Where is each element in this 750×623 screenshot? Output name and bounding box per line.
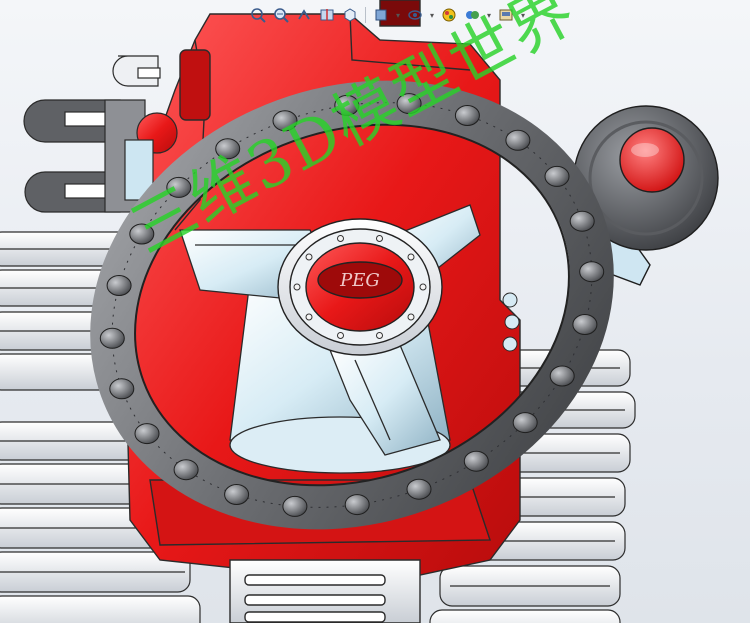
- hub-bolt: [419, 283, 427, 291]
- right-pegs: [502, 292, 520, 352]
- wheel-stud: [109, 378, 135, 400]
- hub-bolt: [337, 332, 344, 339]
- zoom-to-fit-icon[interactable]: [248, 5, 268, 25]
- steering-assembly-model[interactable]: PEG: [0, 0, 750, 623]
- wheel-stud: [454, 105, 480, 126]
- wheel-stud: [99, 327, 125, 349]
- graphics-viewport[interactable]: PEG ▾ ▾ ▾ ▾ 三维3D模型世界: [0, 0, 750, 623]
- view-settings-icon[interactable]: [496, 5, 516, 25]
- hub-bolt: [376, 235, 383, 242]
- wheel-stud: [579, 261, 605, 283]
- hide-show-dropdown-icon[interactable]: ▾: [428, 5, 436, 25]
- wheel-stud: [569, 210, 595, 232]
- wheel-stud: [106, 275, 132, 296]
- wheel-stud: [544, 165, 570, 187]
- display-style-dropdown-icon[interactable]: ▾: [394, 5, 402, 25]
- wheel-stud: [224, 484, 250, 505]
- display-style-icon[interactable]: [371, 5, 391, 25]
- wheel-stud: [406, 478, 432, 500]
- wheel-stud: [334, 94, 360, 116]
- wheel-stud: [344, 494, 370, 516]
- hub-logo: PEG: [339, 270, 380, 291]
- section-view-icon[interactable]: [317, 5, 337, 25]
- wheel-stud: [215, 138, 241, 160]
- wheel-stud: [572, 314, 598, 335]
- hub-bolt: [407, 253, 415, 261]
- apply-scene-dropdown-icon[interactable]: ▾: [485, 5, 493, 25]
- apply-scene-icon[interactable]: [462, 5, 482, 25]
- wheel-stud: [463, 450, 489, 472]
- wheel-stud: [512, 412, 538, 434]
- wheel-stud: [282, 495, 308, 517]
- hub-bolt: [293, 283, 301, 291]
- wheel-stud: [396, 93, 422, 115]
- view-orientation-icon[interactable]: [340, 5, 360, 25]
- hub-bolt: [305, 253, 313, 261]
- wheel-stud: [505, 129, 531, 151]
- wheel-stud: [166, 176, 192, 198]
- zoom-to-area-icon[interactable]: [271, 5, 291, 25]
- toolbar-separator: [365, 7, 366, 23]
- edit-appearance-icon[interactable]: [439, 5, 459, 25]
- wheel-stud: [134, 423, 160, 445]
- view-settings-dropdown-icon[interactable]: ▾: [519, 5, 527, 25]
- heads-up-view-toolbar: ▾ ▾ ▾ ▾: [248, 3, 530, 27]
- wheel-stud: [173, 459, 199, 481]
- hub-bolt: [337, 235, 344, 242]
- wheel-stud: [272, 110, 298, 132]
- wheel-stud: [549, 365, 575, 387]
- hub-bolt: [376, 332, 383, 339]
- wheel-stud: [129, 223, 155, 245]
- previous-view-icon[interactable]: [294, 5, 314, 25]
- hub-bolt: [305, 313, 313, 321]
- hide-show-items-icon[interactable]: [405, 5, 425, 25]
- hub-bolt: [407, 313, 415, 321]
